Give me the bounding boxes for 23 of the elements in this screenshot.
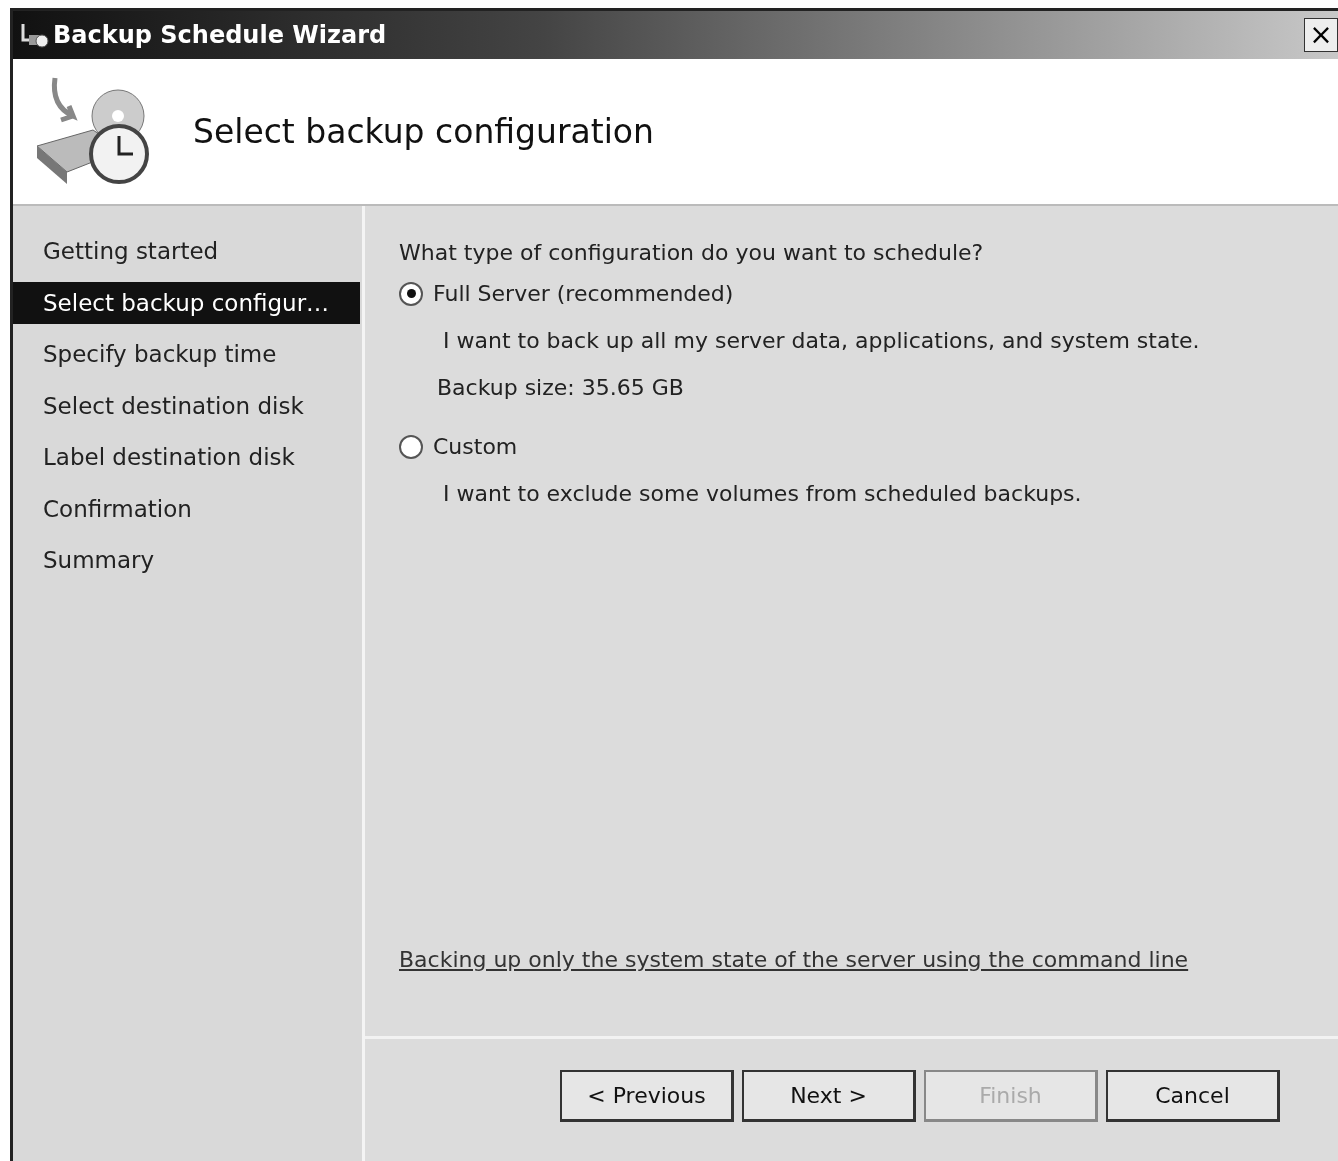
page-heading: Select backup configuration [193,110,654,153]
wizard-step[interactable]: Select destination disk [13,384,360,427]
option-description: I want to exclude some volumes from scheduled backups. [443,480,1083,508]
wizard-step[interactable]: Summary [13,539,360,582]
wizard-button[interactable]: < Previous [560,1070,734,1122]
wizard-step[interactable]: Select backup configur… [13,281,360,324]
wizard-button[interactable]: Cancel [1106,1070,1280,1122]
wizard-step[interactable]: Label destination disk [13,436,360,479]
backup-size-text: Backup size: 35.65 GB [437,374,685,402]
close-button[interactable]: × [1304,18,1338,52]
wizard-step[interactable]: Specify backup time [13,333,360,376]
window-title: Backup Schedule Wizard [53,20,387,51]
option-label[interactable]: Full Server (recommended) [433,277,734,310]
radio-button[interactable] [399,434,423,459]
option-description: I want to back up all my server data, applications, and system state. [443,327,1201,355]
wizard-button[interactable]: Next > [742,1070,916,1122]
wizard-step[interactable]: Confirmation [13,487,360,530]
help-link[interactable]: Backing up only the system state of the server using the command line [399,943,1189,976]
question-text: What type of configuration do you want to schedule? [399,239,985,267]
wizard-step[interactable]: Getting started [13,230,360,273]
radio-button[interactable] [399,281,423,306]
backup-icon [19,22,49,48]
option-label[interactable]: Custom [433,430,518,463]
